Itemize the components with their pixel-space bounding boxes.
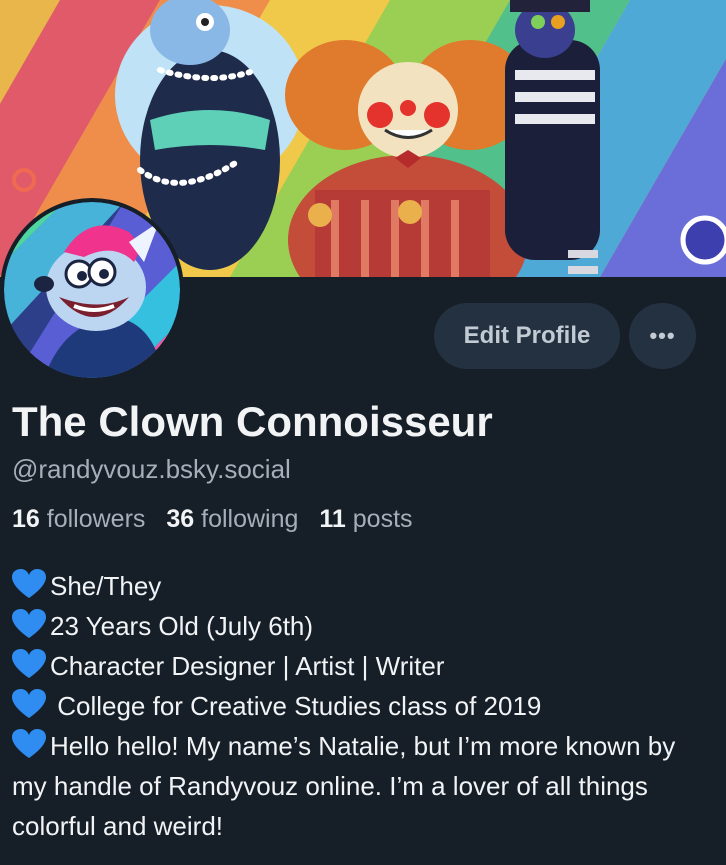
bio-education: College for Creative Studies class of 20… — [50, 691, 542, 721]
following-count: 36 — [166, 505, 195, 533]
following-link[interactable]: 36 following — [166, 505, 298, 533]
bio-pronouns: She/They — [50, 571, 162, 601]
posts-stat: 11 posts — [319, 505, 412, 533]
ellipsis-icon: ••• — [649, 323, 676, 348]
bio-intro: Hello hello! My name’s Natalie, but I’m … — [12, 731, 676, 841]
bio-line: Character Designer | Artist | Writer — [12, 646, 712, 686]
blue-heart-icon — [12, 609, 46, 638]
followers-link[interactable]: 16 followers — [12, 505, 145, 533]
followers-count: 16 — [12, 505, 40, 533]
posts-label: posts — [352, 505, 413, 533]
display-name: The Clown Connoisseur — [12, 398, 493, 445]
blue-heart-icon — [12, 569, 46, 598]
bio-occupation: Character Designer | Artist | Writer — [50, 651, 445, 681]
following-label: following — [201, 505, 299, 533]
followers-label: followers — [46, 505, 146, 533]
profile-avatar[interactable] — [0, 198, 184, 382]
bio-line: College for Creative Studies class of 20… — [12, 686, 712, 726]
blue-heart-icon — [12, 729, 46, 758]
blue-heart-icon — [12, 649, 46, 678]
bio-line: Hello hello! My name’s Natalie, but I’m … — [12, 726, 712, 846]
blue-heart-icon — [12, 689, 46, 718]
profile-handle: @randyvouz.bsky.social — [12, 454, 291, 484]
bio-age: 23 Years Old (July 6th) — [50, 611, 314, 641]
posts-count: 11 — [319, 505, 346, 533]
bio-line: She/They — [12, 566, 712, 606]
edit-profile-button[interactable]: Edit Profile — [434, 303, 620, 369]
profile-page: Edit Profile ••• The Clown Connoisseur @… — [0, 0, 726, 865]
bio-line: 23 Years Old (July 6th) — [12, 606, 712, 646]
profile-bio: She/They 23 Years Old (July 6th) Charact… — [12, 566, 712, 846]
more-options-button[interactable]: ••• — [629, 303, 696, 369]
profile-stats: 16 followers 36 following 11 posts — [12, 505, 427, 534]
